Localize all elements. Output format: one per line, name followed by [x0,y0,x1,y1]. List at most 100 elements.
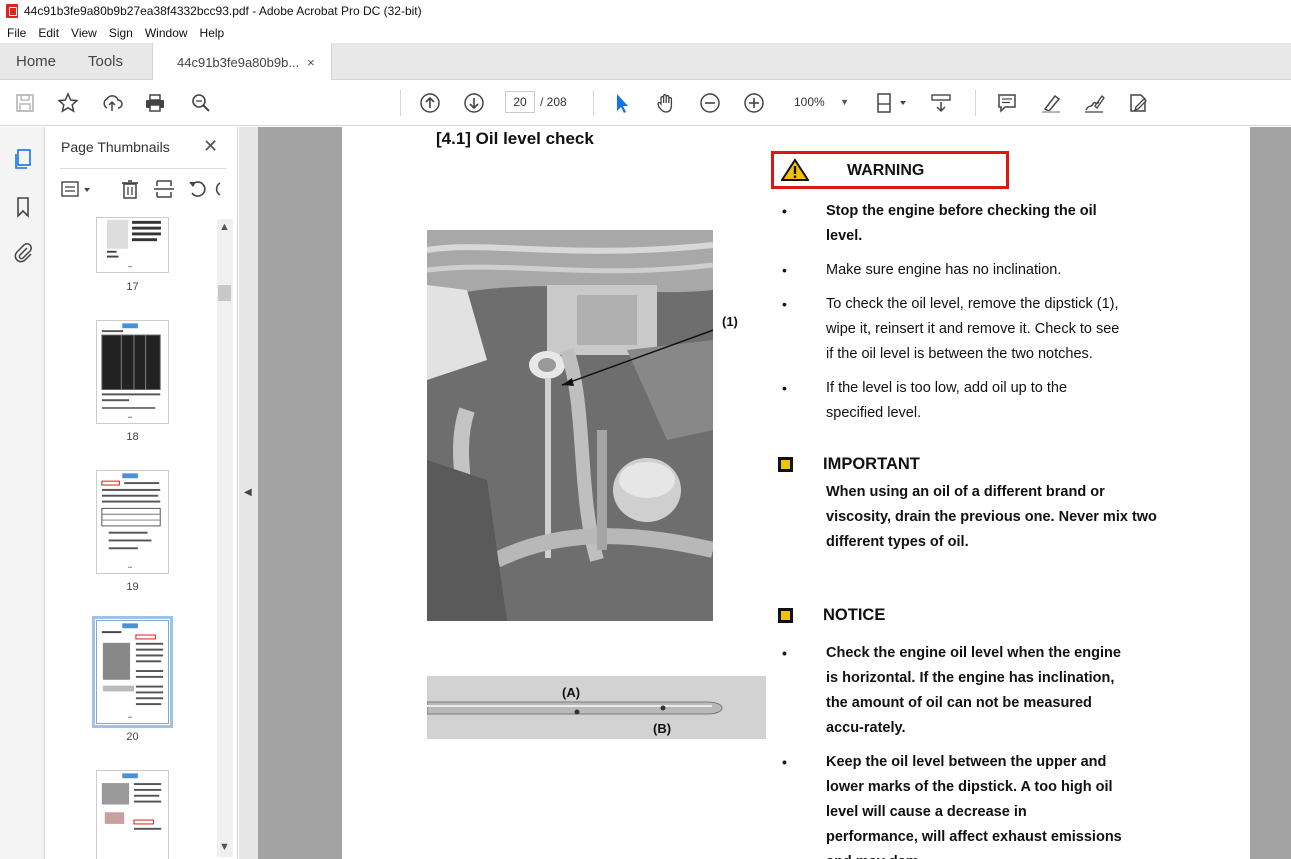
important-title: IMPORTANT [823,455,920,473]
dipstick-mark-a: (A) [562,685,581,700]
menu-help[interactable]: Help [200,26,225,40]
menu-file[interactable]: File [7,26,26,40]
menu-edit[interactable]: Edit [38,26,59,40]
close-tab-icon[interactable]: × [307,55,315,70]
zoom-in-icon[interactable] [742,91,766,115]
important-body: When using an oil of a different brand o… [826,484,1157,550]
thumbnail-list: 17 18 19 20 [46,217,216,859]
dipstick-mark-b: (B) [653,721,672,736]
menu-bar: File Edit View Sign Window Help [0,22,1291,43]
scroll-down-icon[interactable]: ▼ [219,841,230,853]
panel-toolbar [60,175,230,203]
dipstick-callout-label: (1) [722,314,738,329]
list-item-text: Stop the engine before checking the oil … [826,203,1097,244]
document-right-margin [1250,127,1291,859]
options-menu-icon[interactable] [60,177,94,201]
upload-icon[interactable] [100,91,124,115]
toolbar-divider [400,90,401,116]
thumbnail-page-selected[interactable] [92,616,173,728]
thumbnail-page[interactable] [96,770,169,859]
list-item: • Check the engine oil level when the eng… [782,645,1121,736]
thumbnail-label: 19 [126,581,139,593]
prev-page-icon[interactable] [418,91,442,115]
notice-title: NOTICE [823,606,886,624]
thumbnail-page[interactable] [96,320,169,424]
menu-view[interactable]: View [71,26,97,40]
note-square-icon [778,608,793,623]
rotate-icon[interactable] [186,177,210,201]
chevron-down-icon: ▼ [840,97,849,107]
thumbnail-page[interactable] [96,217,169,273]
print-icon[interactable] [143,91,167,115]
tab-tools[interactable]: Tools [88,43,123,80]
tab-document[interactable]: 44c91b3fe9a80b9b... × [152,43,332,81]
thumbnail-label: 18 [126,431,139,443]
extract-pages-icon[interactable] [152,177,176,201]
page-fit-icon[interactable] [874,91,910,115]
attachment-icon[interactable] [11,240,35,264]
title-bar: 44c91b3fe9a80b9b27ea38f4332bcc93.pdf - A… [0,0,1291,22]
page-total: / 208 [540,95,567,109]
star-icon[interactable] [56,91,80,115]
pdf-page: [4.1] Oil level check (1) (A) (B) WARNIN… [342,127,1250,859]
fill-sign-icon[interactable] [1126,91,1150,115]
thumbnail-scrollbar[interactable]: ▲ ▼ [217,219,233,857]
zoom-value: 100% [794,95,825,109]
tab-bar: Home Tools 44c91b3fe9a80b9b... × [0,43,1291,81]
panel-title: Page Thumbnails [61,139,170,155]
warning-title: WARNING [847,162,925,179]
comment-icon[interactable] [995,91,1019,115]
thumbnail-label: 20 [126,731,139,743]
pages-icon[interactable] [11,147,35,171]
toolbar-divider [975,90,976,116]
menu-sign[interactable]: Sign [109,26,133,40]
warning-box: WARNING [771,151,1009,189]
list-item: • To check the oil level, remove the dips… [782,296,1120,362]
sign-icon[interactable] [1082,91,1106,115]
next-page-icon[interactable] [462,91,486,115]
collapse-panel-icon[interactable]: ◀ [244,487,252,498]
scroll-mode-icon[interactable] [929,91,953,115]
divider [60,168,226,169]
warning-triangle-icon [780,158,810,185]
dipstick-photo [426,676,766,739]
close-panel-icon[interactable]: ✕ [203,136,218,157]
list-item-text: Check the engine oil level when the engi… [826,645,1121,736]
tab-home[interactable]: Home [16,43,56,80]
important-heading: IMPORTANT [778,455,920,474]
main-toolbar [0,80,1291,126]
hand-icon[interactable] [654,91,678,115]
more-tools-icon[interactable] [210,177,224,201]
tab-document-label: 44c91b3fe9a80b9b... [177,54,300,70]
pdf-file-icon [6,4,18,18]
highlight-icon[interactable] [1039,91,1063,115]
zoom-select[interactable]: 100% ▼ [787,91,857,113]
zoom-out-icon[interactable] [698,91,722,115]
list-item: • Keep the oil level between the upper an… [782,750,1122,859]
note-square-icon [778,457,793,472]
list-item: • Make sure engine has no inclination. [782,262,1062,278]
thumbnail-page[interactable] [96,470,169,574]
save-icon[interactable] [13,91,37,115]
thumbnail-label: 17 [126,281,139,293]
page-heading: [4.1] Oil level check [436,129,594,148]
bookmark-icon[interactable] [11,195,35,219]
page-number-input[interactable]: 20 [505,91,535,113]
search-icon[interactable] [189,91,213,115]
delete-icon[interactable] [118,177,142,201]
list-item-text: If the level is too low, add oil up to t… [826,380,1068,421]
navigation-rail [0,127,45,859]
list-item: • Stop the engine before checking the oil… [782,203,1097,244]
select-cursor-icon[interactable] [610,91,634,115]
window-title: 44c91b3fe9a80b9b27ea38f4332bcc93.pdf - A… [24,4,422,18]
scroll-up-icon[interactable]: ▲ [219,221,230,233]
thumbnails-panel: Page Thumbnails ✕ 17 18 19 20 ▲ ▼ [46,127,238,859]
menu-window[interactable]: Window [145,26,188,40]
warning-list: • Stop the engine before checking the oil… [782,199,1122,435]
notice-list: • Check the engine oil level when the eng… [782,641,1122,859]
scrollbar-thumb[interactable] [218,285,231,301]
toolbar-divider [593,90,594,116]
engine-photo [427,230,713,621]
notice-heading: NOTICE [778,606,885,625]
list-item-text: Keep the oil level between the upper and… [826,754,1122,859]
